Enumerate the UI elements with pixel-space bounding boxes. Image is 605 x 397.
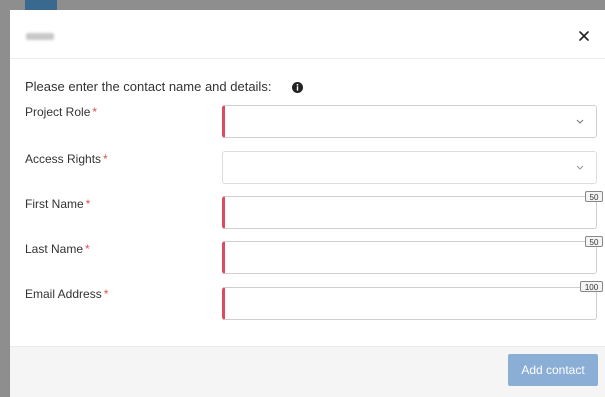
project-role-select[interactable] [222,105,597,138]
last-name-label: Last Name * [25,242,90,256]
add-contact-dialog: Please enter the contact name and detail… [10,10,605,397]
email-address-label: Email Address * [25,287,108,301]
chevron-down-icon [576,165,584,170]
first-name-char-counter: 50 [585,191,603,202]
dialog-header [10,10,605,59]
last-name-input[interactable] [222,241,597,274]
email-address-char-counter: 100 [580,281,603,292]
access-rights-label: Access Rights * [25,152,108,166]
info-circle-icon[interactable] [292,80,303,93]
access-rights-select[interactable] [222,151,597,184]
required-star: * [103,152,108,166]
first-name-label: First Name * [25,197,90,211]
email-address-input[interactable] [222,287,597,320]
background-left-bar [0,0,10,397]
required-star: * [85,197,91,211]
last-name-label-text: Last Name [25,242,84,256]
intro-text: Please enter the contact name and detail… [25,79,272,94]
project-role-label-text: Project Role [25,105,91,119]
first-name-label-text: First Name [25,197,84,211]
add-contact-button[interactable]: Add contact [508,354,598,386]
blurred-logo [26,33,54,40]
background-top-bar [0,0,605,10]
first-name-input[interactable] [222,196,597,229]
required-star: * [103,287,109,301]
project-role-label: Project Role * [25,105,97,119]
access-rights-label-text: Access Rights [25,152,102,166]
close-icon[interactable] [575,27,593,45]
app-window: Please enter the contact name and detail… [0,0,605,397]
email-address-label-text: Email Address [25,287,102,301]
required-star: * [85,242,90,256]
last-name-char-counter: 50 [585,236,603,247]
required-star: * [92,105,98,119]
background-accent-tab [25,0,57,10]
chevron-down-icon [576,119,584,124]
